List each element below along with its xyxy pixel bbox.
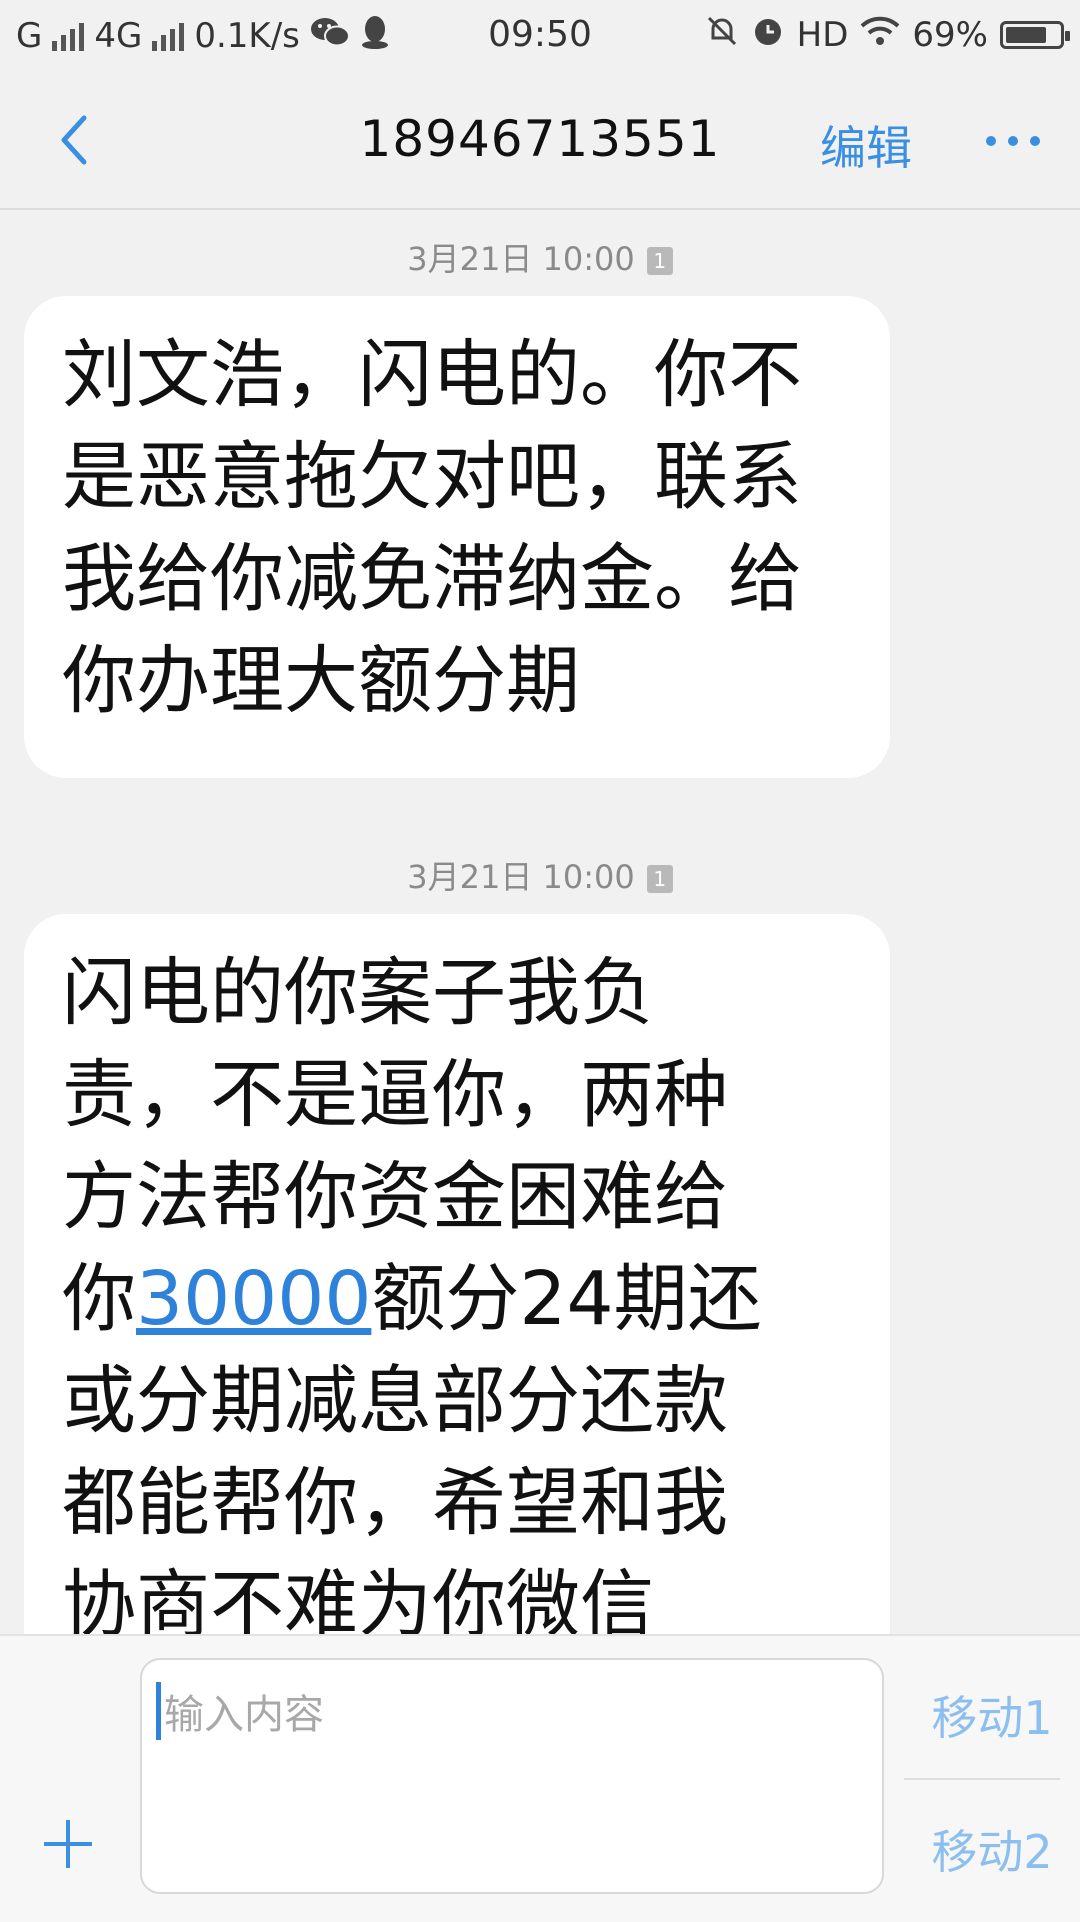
send-sim1-button[interactable]: 移动1 <box>904 1682 1080 1748</box>
more-button[interactable] <box>986 136 1040 146</box>
send-sim2-button[interactable]: 移动2 <box>904 1816 1080 1882</box>
sim-badge: 1 <box>646 865 673 893</box>
message-thread[interactable]: 3月21日 10:00 1 刘文浩，闪电的。你不是恶意拖欠对吧，联系我给你减免滞纳… <box>0 210 1080 1634</box>
message-timestamp: 3月21日 10:00 1 <box>0 852 1080 898</box>
more-dot-icon <box>986 136 996 146</box>
text-caret <box>156 1682 161 1740</box>
phone-number-link[interactable]: 30000 <box>136 1256 371 1342</box>
status-bar: G 4G 0.1K/s 09:50 HD 69% <box>0 0 1080 72</box>
more-dot-icon <box>1030 136 1040 146</box>
wifi-icon <box>860 15 900 55</box>
composer-bar: 输入内容 移动1 移动2 <box>0 1634 1080 1922</box>
conversation-header: 18946713551 编辑 <box>0 72 1080 210</box>
contact-number: 18946713551 <box>359 110 721 168</box>
mute-icon <box>705 14 739 56</box>
plus-icon <box>44 1820 92 1868</box>
battery-icon <box>1000 21 1070 49</box>
alarm-icon <box>751 14 785 56</box>
hd-label: HD <box>796 15 849 55</box>
sim-badge: 1 <box>646 247 673 275</box>
message-timestamp: 3月21日 10:00 1 <box>0 234 1080 280</box>
battery-percent: 69% <box>912 15 988 55</box>
send-divider <box>904 1778 1060 1780</box>
status-right: HD 69% <box>705 14 1070 56</box>
input-placeholder: 输入内容 <box>164 1692 324 1738</box>
message-input[interactable]: 输入内容 <box>140 1658 884 1894</box>
message-bubble[interactable]: 刘文浩，闪电的。你不是恶意拖欠对吧，联系我给你减免滞纳金。给你办理大额分期 <box>24 296 890 778</box>
timestamp-text: 3月21日 10:00 <box>407 858 635 896</box>
attach-button[interactable] <box>40 1816 96 1872</box>
edit-button[interactable]: 编辑 <box>820 112 912 178</box>
more-dot-icon <box>1008 136 1018 146</box>
timestamp-text: 3月21日 10:00 <box>407 240 635 278</box>
message-bubble[interactable]: 闪电的你案子我负责，不是逼你，两种方法帮你资金困难给你30000额分24期还或分… <box>24 914 890 1634</box>
message-text: 刘文浩，闪电的。你不是恶意拖欠对吧，联系我给你减免滞纳金。给你办理大额分期 <box>62 332 802 724</box>
